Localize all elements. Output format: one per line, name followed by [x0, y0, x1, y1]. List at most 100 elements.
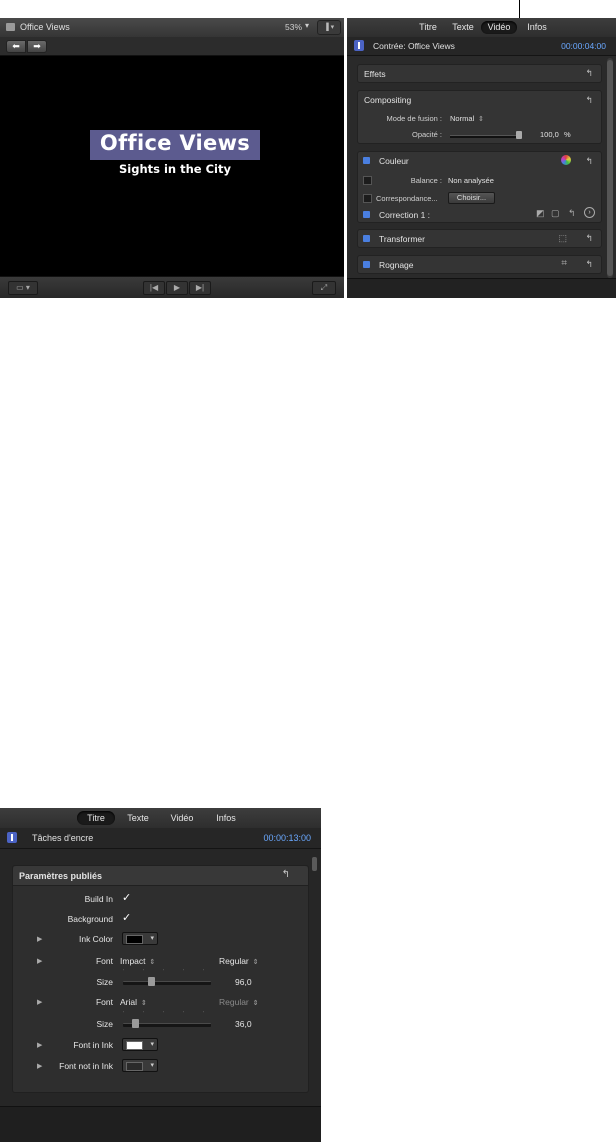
- chevron-down-icon: ▾: [150, 1062, 154, 1069]
- font-style-popup[interactable]: Regular ⇕: [219, 956, 259, 966]
- font-not-in-ink-color-well[interactable]: ▾: [122, 1059, 158, 1072]
- build-in-checkbox[interactable]: ✓: [122, 891, 131, 904]
- opacity-label: Opacité :: [411, 130, 442, 139]
- reset-icon[interactable]: ↰: [585, 68, 593, 79]
- tab-infos[interactable]: Infos: [211, 811, 241, 825]
- stepper-icon: ⇕: [145, 959, 156, 966]
- section-compositing-title: Compositing: [364, 95, 412, 105]
- reset-icon[interactable]: ↰: [585, 259, 593, 270]
- balance-value: Non analysée: [448, 176, 494, 185]
- opacity-unit: %: [564, 130, 571, 139]
- view-mode-button[interactable]: ▭ ▾: [8, 281, 38, 295]
- reset-icon[interactable]: ↰: [585, 95, 593, 106]
- title-text: Office Views: [99, 131, 251, 155]
- inspector-tab-bar: Titre Texte Vidéo Infos: [0, 808, 321, 829]
- inspector-tab-bar: Titre Texte Vidéo Infos: [347, 18, 616, 38]
- font-family-popup[interactable]: Arial ⇕: [120, 997, 147, 1007]
- match-checkbox[interactable]: [363, 194, 372, 203]
- film-icon: [6, 23, 15, 31]
- size-slider[interactable]: [123, 981, 211, 985]
- ink-color-well[interactable]: ▾: [122, 932, 158, 945]
- size-value[interactable]: 96,0: [235, 977, 252, 987]
- blend-mode-popup[interactable]: Normal ⇕: [450, 114, 484, 123]
- section-transformer[interactable]: Transformer ⬚ ↰: [357, 229, 602, 248]
- slider-ticks: ''''': [123, 1011, 223, 1017]
- viewer-panel: Office Views 53% ▾ ▐ ▾ ⬅ ➡ Office Views …: [0, 18, 344, 298]
- reset-icon[interactable]: ↰: [282, 869, 290, 880]
- zoom-level[interactable]: 53%: [285, 22, 302, 32]
- size-value[interactable]: 36,0: [235, 1019, 252, 1029]
- tab-video[interactable]: Vidéo: [481, 21, 517, 34]
- viewer-title-bar: Office Views 53% ▾ ▐ ▾: [0, 18, 344, 38]
- font-not-in-ink-swatch: [126, 1062, 143, 1071]
- zoom-menu-icon[interactable]: ▾: [305, 21, 309, 30]
- video-canvas[interactable]: Office Views Sights in the City: [0, 56, 344, 276]
- font-label: Font: [95, 956, 113, 966]
- section-rognage-title: Rognage: [379, 260, 414, 270]
- go-to-color-board-icon[interactable]: ›: [584, 207, 595, 218]
- correction-enable-checkbox[interactable]: [363, 211, 370, 218]
- scrollbar-thumb[interactable]: [607, 60, 613, 276]
- section-header[interactable]: Paramètres publiés ↰: [13, 866, 308, 886]
- transform-onscreen-icon[interactable]: ⬚: [558, 233, 567, 244]
- reset-correction-icon[interactable]: ↰: [568, 208, 576, 219]
- section-effets[interactable]: Effets ↰: [357, 64, 602, 83]
- viewer-nav-bar: ⬅ ➡: [0, 37, 344, 56]
- tab-infos[interactable]: Infos: [522, 21, 552, 34]
- title-clip-icon: [7, 832, 17, 843]
- size-label: Size: [96, 1019, 113, 1029]
- build-in-label: Build In: [84, 894, 113, 904]
- inspector-footer: [347, 278, 616, 298]
- tab-texte[interactable]: Texte: [448, 21, 478, 34]
- scrollbar-thumb[interactable]: [312, 857, 317, 871]
- reset-icon[interactable]: ↰: [585, 233, 593, 244]
- reset-icon[interactable]: ↰: [585, 156, 593, 167]
- stepper-icon: ⇕: [137, 1000, 147, 1007]
- transformer-enable-checkbox[interactable]: [363, 235, 370, 242]
- font-family-popup[interactable]: Impact ⇕: [120, 956, 155, 966]
- size-slider-knob[interactable]: [132, 1019, 139, 1028]
- tab-texte[interactable]: Texte: [122, 811, 154, 825]
- inspector-header: Contrée: Office Views 00:00:04:00: [347, 37, 616, 56]
- size-slider-knob[interactable]: [148, 977, 155, 986]
- couleur-enable-checkbox[interactable]: [363, 157, 370, 164]
- forward-arrow-icon[interactable]: ➡: [27, 40, 47, 53]
- view-options-button[interactable]: ▐ ▾: [317, 20, 341, 35]
- title-box: Office Views: [90, 130, 260, 160]
- opacity-value[interactable]: 100,0: [540, 130, 559, 139]
- color-board-tool-icon[interactable]: ◩: [536, 208, 545, 219]
- stepper-icon: ⇕: [474, 116, 484, 123]
- tab-video[interactable]: Vidéo: [165, 811, 199, 825]
- title-clip-icon: [354, 40, 364, 51]
- mask-icon[interactable]: ▢: [551, 208, 560, 219]
- next-frame-icon[interactable]: ▶|: [189, 281, 211, 295]
- slider-ticks: ''''': [123, 969, 223, 975]
- opacity-slider[interactable]: [450, 135, 522, 138]
- font-in-ink-color-well[interactable]: ▾: [122, 1038, 158, 1051]
- rognage-enable-checkbox[interactable]: [363, 261, 370, 268]
- play-icon[interactable]: ▶: [166, 281, 188, 295]
- background-label: Background: [67, 914, 113, 924]
- font-style-value: Regular: [219, 956, 249, 966]
- back-arrow-icon[interactable]: ⬅: [6, 40, 26, 53]
- blend-mode-value: Normal: [450, 114, 475, 123]
- font-family-value: Arial: [120, 997, 138, 1007]
- fullscreen-icon[interactable]: ⤢: [312, 281, 336, 295]
- opacity-slider-knob[interactable]: [516, 131, 522, 139]
- previous-frame-icon[interactable]: |◀: [143, 281, 165, 295]
- inspector-video: Titre Texte Vidéo Infos Contrée: Office …: [347, 18, 616, 298]
- color-board-icon[interactable]: [561, 155, 571, 165]
- section-rognage[interactable]: Rognage ⌗ ↰: [357, 255, 602, 274]
- background-checkbox[interactable]: ✓: [122, 911, 131, 924]
- choose-button[interactable]: Choisir...: [448, 192, 495, 204]
- viewer-title: Office Views: [20, 22, 70, 32]
- viewer-transport-bar: ▭ ▾ |◀ ▶ ▶| ⤢: [0, 276, 344, 298]
- section-effets-title: Effets: [364, 69, 386, 79]
- chevron-down-icon: ▾: [150, 1041, 154, 1048]
- crop-icon[interactable]: ⌗: [561, 258, 567, 269]
- inspector-title: Titre Texte Vidéo Infos Tâches d'encre 0…: [0, 808, 321, 1142]
- match-label: Correspondance...: [376, 194, 438, 203]
- font-style-popup[interactable]: Regular ⇕: [219, 997, 259, 1007]
- tab-titre[interactable]: Titre: [413, 21, 443, 34]
- tab-titre[interactable]: Titre: [77, 811, 115, 825]
